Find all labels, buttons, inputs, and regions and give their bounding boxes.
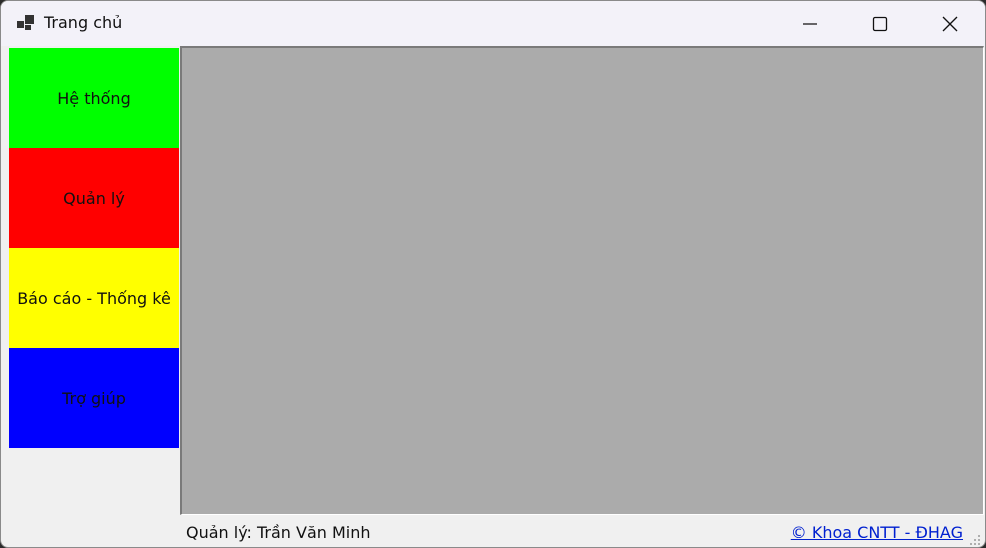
sidebar-button-he-thong[interactable]: Hệ thống [9, 48, 179, 148]
close-button[interactable] [915, 1, 985, 46]
app-window-icon [16, 14, 36, 32]
maximize-button[interactable] [845, 1, 915, 46]
copyright-link[interactable]: © Khoa CNTT - ĐHAG [791, 523, 963, 542]
resize-grip-icon[interactable] [969, 531, 981, 545]
sidebar-menu: Hệ thống Quản lý Báo cáo - Thống kê Trợ … [9, 48, 179, 448]
sidebar-button-bao-cao-thong-ke[interactable]: Báo cáo - Thống kê [9, 248, 179, 348]
sidebar-button-label: Báo cáo - Thống kê [17, 288, 171, 308]
sidebar-button-label: Trợ giúp [62, 388, 126, 408]
maximize-icon [872, 16, 888, 31]
current-user-label: Quản lý: Trần Văn Minh [186, 523, 371, 542]
minimize-button[interactable] [775, 1, 845, 46]
main-content-area[interactable] [180, 46, 984, 515]
minimize-icon [803, 22, 817, 25]
title-bar[interactable]: Trang chủ [1, 1, 985, 46]
sidebar-button-tro-giup[interactable]: Trợ giúp [9, 348, 179, 448]
sidebar-button-label: Quản lý [63, 188, 125, 208]
status-bar: Quản lý: Trần Văn Minh © Khoa CNTT - ĐHA… [1, 515, 985, 547]
sidebar-button-quan-ly[interactable]: Quản lý [9, 148, 179, 248]
main-window: Trang chủ Hệ thống Quản lý Báo cáo - Thố… [0, 0, 986, 548]
sidebar-button-label: Hệ thống [57, 88, 131, 108]
window-title: Trang chủ [44, 13, 123, 32]
close-icon [942, 16, 958, 31]
